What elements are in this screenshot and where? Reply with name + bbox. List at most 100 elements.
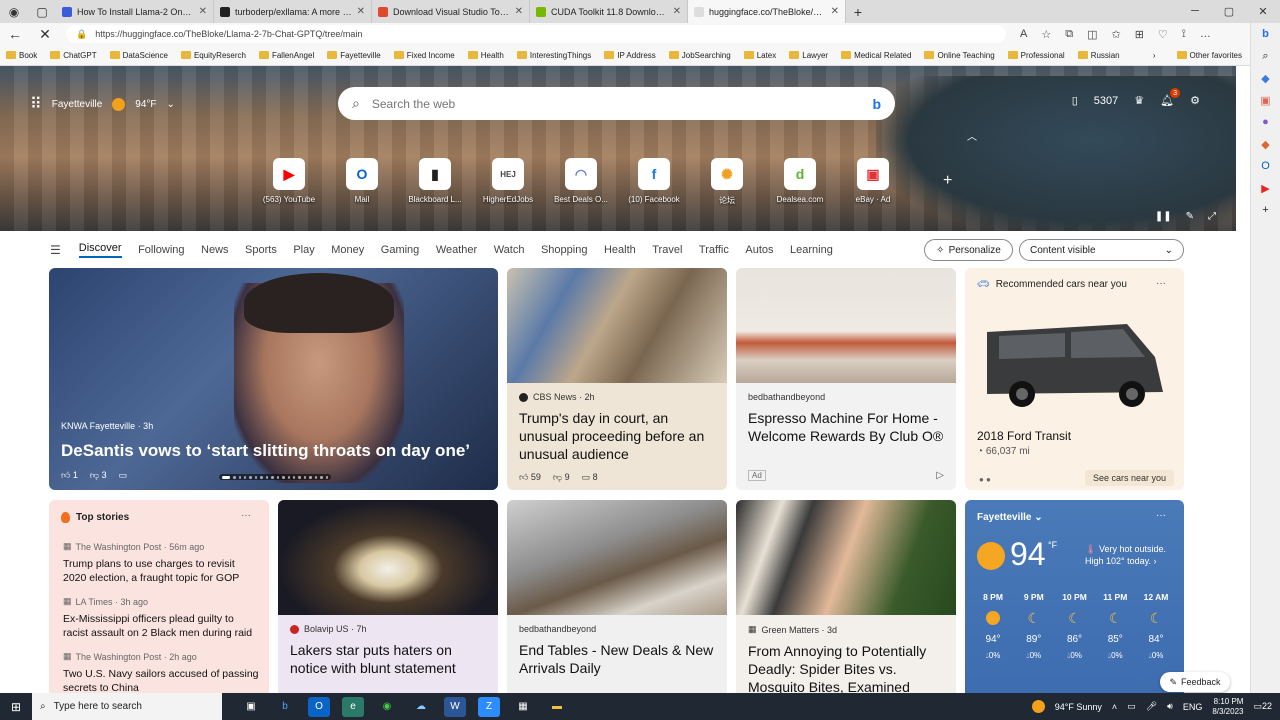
tray-chevron-up-icon[interactable]: ˄ [1112,702,1117,712]
story-title[interactable]: Two U.S. Navy sailors accused of passing… [63,667,259,696]
close-tab-icon[interactable]: ✕ [515,6,523,17]
carousel-dots[interactable]: ● ● [979,475,991,484]
bookmark-folder[interactable]: IP Address [604,51,656,60]
more-options-icon[interactable]: ··· [241,510,251,521]
sidebar-games-icon[interactable]: ● [1259,115,1273,129]
bookmark-folder[interactable]: Online Teaching [924,51,995,60]
browser-tab[interactable]: Download Visual Studio Tools - Install ✕ [372,0,530,23]
bing-chat-icon[interactable]: b [1259,27,1273,41]
favorite-star-icon[interactable]: ☆ [1041,28,1051,41]
feed-tab[interactable]: Traffic [699,244,729,256]
tray-language[interactable]: ENG [1183,702,1203,712]
chrome-taskbar-icon[interactable]: ◉ [376,697,398,717]
expand-background-icon[interactable]: ⤢ [1208,211,1216,222]
new-tab-button[interactable]: + [846,4,870,20]
feed-tab[interactable]: Watch [494,244,525,256]
menu-hamburger-icon[interactable]: ☰ [50,243,61,257]
back-button[interactable]: ← [0,26,30,42]
dislike-button[interactable]: 👎︎ 3 [90,470,107,481]
feed-tab[interactable]: Learning [790,244,833,256]
feed-tab[interactable]: Money [331,244,364,256]
close-tab-icon[interactable]: ✕ [831,6,839,17]
pause-background-icon[interactable]: ❚❚ [1155,211,1172,222]
bookmark-folder[interactable]: ChatGPT [50,51,97,60]
notification-center-icon[interactable]: ▭22 [1253,701,1272,712]
hourly-forecast-item[interactable]: 11 PM ☾ 85° 💧︎0% [1095,592,1135,661]
quicklink-tile[interactable]: HEJ HigherEdJobs [477,158,539,206]
sidebar-office-icon[interactable]: ◆ [1259,137,1273,151]
quicklink-tile[interactable]: ▮ Blackboard L... [404,158,466,206]
more-options-icon[interactable]: ··· [1156,278,1166,289]
story-item[interactable]: ▦ LA Times · 3h ago Ex-Mississippi office… [63,596,259,641]
card-title[interactable]: Trump's day in court, an unusual proceed… [519,410,715,464]
favorites-icon[interactable]: ✩ [1111,28,1120,41]
news-card[interactable]: ▦ Green Matters · 3d From Annoying to Pot… [736,500,956,700]
personalize-button[interactable]: ✧ Personalize [924,239,1013,261]
bookmark-folder[interactable]: Fayetteville [327,51,381,60]
url-field[interactable]: 🔒 https://huggingface.co/TheBloke/Llama-… [66,25,1006,43]
weather-alert[interactable]: 🌡︎ Very hot outside. High 102° today. › [1085,544,1169,567]
outlook-taskbar-icon[interactable]: O [308,696,330,717]
close-window-button[interactable]: ✕ [1246,5,1280,18]
feed-tab[interactable]: Sports [245,244,277,256]
web-search-box[interactable]: ⌕ b [338,87,895,120]
chevron-down-icon[interactable]: ⌄ [1034,512,1042,523]
news-card[interactable]: Bolavip US · 7h Lakers star puts haters … [278,500,498,700]
adchoices-icon[interactable]: ▷ [936,470,944,481]
feedback-button[interactable]: ✎ Feedback [1160,672,1230,692]
hourly-forecast-item[interactable]: 10 PM ☾ 86° 💧︎0% [1055,592,1095,661]
card-title[interactable]: Lakers star puts haters on notice with b… [290,642,486,678]
quicklink-tile[interactable]: O Mail [331,158,393,206]
browser-tab[interactable]: How To Install Llama-2 On Windows ✕ [56,0,214,23]
cars-card[interactable]: 🚗︎ Recommended cars near you ··· 2018 For… [965,268,1184,490]
apps-grid-icon[interactable]: ⠿ [30,94,42,114]
profile-avatar-icon[interactable]: ◉ [0,0,28,23]
feed-tab[interactable]: Autos [745,244,773,256]
card-title[interactable]: DeSantis vows to ‘start slitting throats… [61,441,470,461]
quicklink-tile[interactable]: ◠ Best Deals O... [550,158,612,206]
bookmark-folder[interactable]: InterestingThings [516,51,591,60]
sidebar-youtube-icon[interactable]: ▶ [1259,181,1273,195]
windows-start-icon[interactable]: ⊞ [0,700,32,714]
minimize-button[interactable]: ─ [1178,5,1212,18]
browser-tab[interactable]: CUDA Toolkit 11.8 Downloads | NVIDIA ✕ [530,0,688,23]
car-title[interactable]: 2018 Ford Transit [977,429,1071,443]
bookmark-folder[interactable]: Medical Related [841,51,911,60]
bookmark-folder[interactable]: DataScience [109,51,168,60]
search-input[interactable] [371,96,861,111]
story-item[interactable]: ▦ The Washington Post · 56m ago Trump pla… [63,541,259,586]
carousel-dots[interactable] [219,474,331,480]
card-title[interactable]: From Annoying to Potentially Deadly: Spi… [748,643,944,697]
featured-news-card[interactable]: KNWA Fayetteville · 3h DeSantis vows to … [49,268,498,490]
hero-temperature[interactable]: 94°F [135,99,156,110]
hourly-forecast-item[interactable]: 12 AM ☾ 84° 💧︎0% [1136,592,1176,661]
more-options-icon[interactable]: ··· [1156,510,1166,521]
split-screen-icon[interactable]: ◫ [1087,28,1097,41]
bookmark-folder[interactable]: EquityReserch [180,51,246,60]
hourly-forecast-item[interactable]: 8 PM 94° 💧︎0% [973,592,1013,661]
sidebar-add-icon[interactable]: + [1259,203,1273,217]
quicklink-tile[interactable]: ✺ 论坛 [696,158,758,206]
bing-taskbar-icon[interactable]: b [274,697,296,717]
tray-clock[interactable]: 8:10 PM 8/3/2023 [1212,697,1243,717]
calculator-taskbar-icon[interactable]: ▦ [512,697,534,717]
tray-weather[interactable]: 94°F Sunny [1055,702,1102,712]
story-title[interactable]: Ex-Mississippi officers plead guilty to … [63,612,259,641]
bookmark-folder[interactable]: FallenAngel [258,51,314,60]
browser-tab[interactable]: huggingface.co/TheBloke/Llama-2-7b ✕ [688,0,846,23]
stop-loading-button[interactable]: ✕ [30,26,60,43]
comment-button[interactable]: ▭ 8 [582,472,598,483]
ad-card[interactable]: bedbathandbeyond End Tables - New Deals … [507,500,727,700]
story-item[interactable]: ▦ The Washington Post · 2h ago Two U.S. N… [63,651,259,696]
hero-location[interactable]: Fayetteville [52,99,103,110]
maximize-button[interactable]: ▢ [1212,5,1246,18]
close-tab-icon[interactable]: ✕ [357,6,365,17]
performance-icon[interactable]: ♡ [1158,28,1168,41]
weather-app-icon[interactable]: ☁ [410,697,432,717]
quicklink-tile[interactable]: f (10) Facebook [623,158,685,206]
feed-tab[interactable]: Health [604,244,636,256]
tray-weather-icon[interactable] [1031,700,1045,713]
bookmark-folder[interactable]: Professional [1007,51,1065,60]
feed-tab[interactable]: Weather [436,244,477,256]
close-tab-icon[interactable]: ✕ [673,6,681,17]
